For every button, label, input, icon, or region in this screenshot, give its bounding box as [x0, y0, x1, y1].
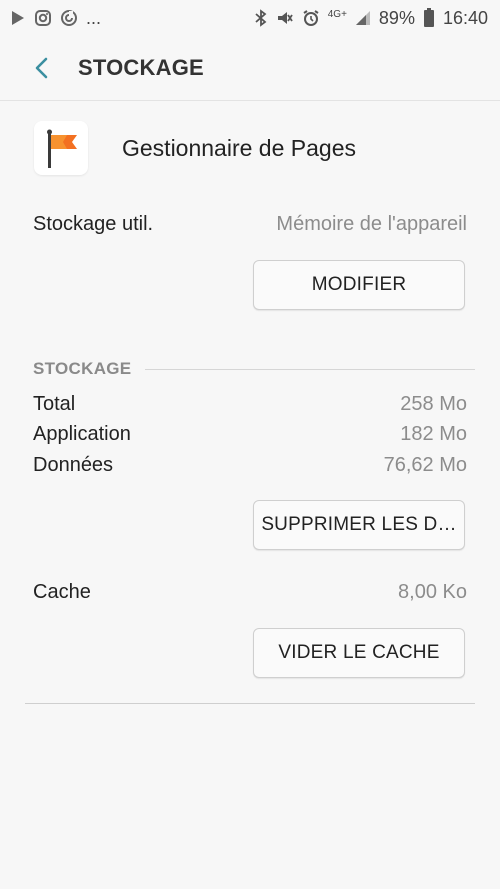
app-header: Gestionnaire de Pages — [0, 112, 500, 184]
status-bar: ... 4G+ 89% 16:40 — [0, 0, 500, 36]
clear-data-button[interactable]: SUPPRIMER LES D… — [253, 500, 465, 550]
network-type: 4G+ — [327, 8, 347, 20]
clock: 16:40 — [442, 7, 488, 28]
storage-used-row: Stockage util. Mémoire de l'appareil — [33, 208, 467, 240]
total-value: 258 Mo — [400, 392, 467, 415]
storage-used-value: Mémoire de l'appareil — [276, 212, 467, 235]
alarm-icon — [302, 9, 320, 27]
total-label: Total — [33, 392, 76, 415]
app-bar: STOCKAGE — [0, 36, 500, 101]
application-label: Application — [33, 422, 131, 445]
storage-used-label: Stockage util. — [33, 212, 154, 235]
play-store-icon — [10, 10, 26, 26]
section-divider — [145, 368, 475, 370]
battery-percent: 89% — [378, 7, 415, 28]
instagram-icon — [34, 9, 52, 27]
signal-icon — [355, 10, 371, 26]
data-value: 76,62 Mo — [383, 453, 467, 476]
storage-application-row: Application 182 Mo — [33, 420, 467, 448]
mute-icon — [276, 9, 294, 27]
pages-manager-icon — [34, 121, 88, 175]
data-label: Données — [33, 453, 114, 476]
app-name: Gestionnaire de Pages — [122, 134, 356, 161]
bluetooth-icon — [254, 9, 268, 27]
sync-icon — [60, 9, 78, 27]
cache-label: Cache — [33, 580, 91, 603]
storage-total-row: Total 258 Mo — [33, 390, 467, 418]
application-value: 182 Mo — [400, 422, 467, 445]
section-title: STOCKAGE — [33, 359, 132, 378]
storage-data-row: Données 76,62 Mo — [33, 451, 467, 479]
page-title: STOCKAGE — [78, 55, 204, 80]
chevron-left-icon — [35, 57, 48, 79]
storage-section-header: STOCKAGE — [33, 358, 475, 380]
modify-button[interactable]: MODIFIER — [253, 260, 465, 310]
cache-value: 8,00 Ko — [398, 580, 467, 603]
cache-row: Cache 8,00 Ko — [33, 578, 467, 606]
battery-icon — [423, 8, 435, 28]
clear-cache-button[interactable]: VIDER LE CACHE — [253, 628, 465, 678]
more-notifications: ... — [86, 7, 102, 28]
bottom-divider — [25, 703, 475, 704]
back-button[interactable] — [22, 48, 62, 88]
